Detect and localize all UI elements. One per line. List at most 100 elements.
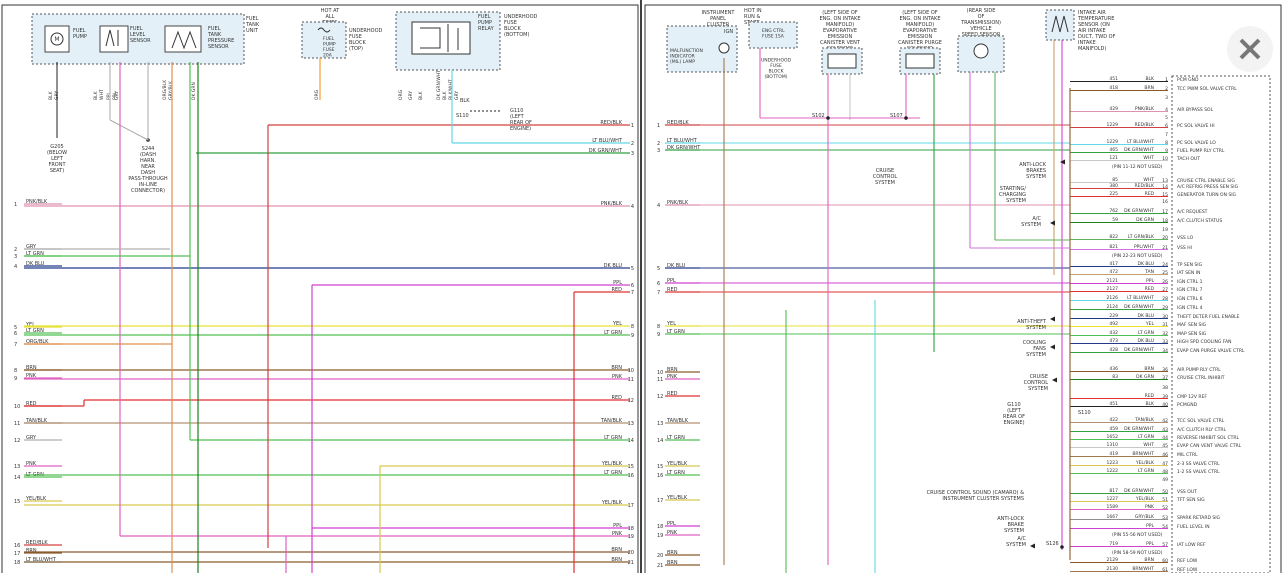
left-pin-number: 18 — [14, 560, 20, 566]
r-left-pin-number: 5 — [657, 266, 660, 272]
right-pin-number: 7 — [631, 290, 634, 296]
pcm-function: AIR BYPASS SOL — [1177, 107, 1214, 113]
anti-lock-label: ANTI-LOCK BRAKES SYSTEM — [1019, 162, 1047, 180]
vss-sensor-icon — [973, 43, 989, 59]
pcm-function: 2-3 SS VALVE CTRL — [1177, 461, 1220, 467]
pcm-pin: 49 — [1162, 477, 1168, 483]
r-left-pin-number: 9 — [657, 332, 660, 338]
r-left-pin-number: 17 — [657, 498, 663, 504]
pcm-function: FUEL LEVEL IN — [1177, 524, 1210, 530]
pcm-function: MIL CTRL — [1177, 452, 1198, 458]
pcm-pin: 46 — [1162, 452, 1168, 458]
pcm-function: PC SOL VALVE LO — [1177, 140, 1216, 146]
right-pin-number: 21 — [628, 560, 634, 566]
pcm-function: VSS HI — [1177, 245, 1192, 251]
pcm-function: REF LOW — [1177, 558, 1198, 564]
wiring-diagram: FUEL TANK UNITMFUEL PUMPFUEL LEVEL SENSORFUEL… — [1, 0, 1282, 573]
fuel-level-sensor-box — [99, 25, 129, 53]
pcm-function: IGN CTRL 7 — [1177, 287, 1203, 293]
s110-label: S110 — [456, 113, 469, 119]
right-pin-number: 8 — [631, 324, 634, 330]
left-pin-number: 12 — [14, 438, 20, 444]
pcm-pin: 42 — [1162, 418, 1168, 424]
r-left-pin-number: 16 — [657, 473, 663, 479]
pcm-function: CMP 12V REF — [1177, 394, 1207, 400]
left-pin-number: 17 — [14, 551, 20, 557]
r-left-pin-number: 21 — [657, 563, 663, 569]
splice-s244-label: S244 (DASH HARN. NEAR DASH PASS-THROUGH IN-LIN… — [128, 146, 168, 194]
r-left-pin-number: 6 — [657, 281, 660, 287]
eng-ctrl-fuse-label: ENG CTRL FUSE 15A — [762, 28, 785, 40]
pcm-function: IAT SEN IN — [1177, 270, 1200, 276]
motor-letter: M — [54, 36, 59, 43]
pcm-pin: 28 — [1162, 296, 1168, 302]
pcm-pin: 29 — [1162, 305, 1168, 311]
pcm-pin: 40 — [1162, 402, 1168, 408]
vss-label: (REAR SIDE OF TRANSMISSION) VEHICLE SPEED SE… — [960, 8, 1001, 38]
system-arrow — [1030, 543, 1035, 549]
top-wire-label: BLK — [442, 90, 448, 100]
cooling-fans-label: COOLING FANS SYSTEM — [1023, 340, 1046, 358]
pcm-function: TP SEN SIG — [1176, 262, 1203, 268]
r-left-pin-number: 1 — [657, 123, 660, 129]
pcm-function: VSS OUT — [1177, 489, 1197, 495]
close-icon — [1239, 38, 1261, 60]
pcm-function: 1-2 SS VALVE CTRL — [1177, 469, 1220, 475]
pcm-pin: 52 — [1162, 505, 1168, 511]
pcm-pin: 44 — [1162, 435, 1168, 441]
right-pin-number: 3 — [631, 151, 634, 157]
pcm-function: CRUISE CTRL INHIBIT — [1177, 375, 1225, 381]
pcm-pin: 8 — [1165, 140, 1168, 146]
pcm-function: FUEL PUMP RLY CTRL — [1177, 148, 1225, 154]
pcm-function: PCM GND — [1177, 77, 1199, 83]
blk-label: BLK — [460, 98, 470, 104]
r-left-pin-number: 14 — [657, 438, 663, 444]
system-arrow — [1050, 316, 1055, 322]
pcm-function: A/C REQUEST — [1177, 209, 1208, 215]
ign-label: IGN — [724, 29, 733, 35]
pcm-pin: 2 — [1165, 86, 1168, 92]
pcm-pin: 45 — [1162, 443, 1168, 449]
fuel-tank-unit-label: FUEL TANK UNIT — [245, 16, 260, 34]
pcm-pin: 38 — [1162, 385, 1168, 391]
r-left-pin-number: 10 — [657, 370, 663, 376]
pcm-pin: 31 — [1162, 322, 1168, 328]
pin-note: (PIN 55-56 NOT USED) — [1112, 532, 1163, 538]
left-pin-number: 8 — [14, 368, 17, 374]
r-left-pin-number: 13 — [657, 421, 663, 427]
pcm-pin: 4 — [1165, 107, 1168, 113]
pcm-function: AIR PUMP RLY CTRL — [1177, 367, 1221, 373]
top-wire-label: ORG — [398, 89, 404, 100]
pcm-function: TCC SOL VALVE CTRL — [1176, 418, 1225, 424]
right-pin-number: 5 — [631, 266, 634, 272]
left-pin-number: 13 — [14, 464, 20, 470]
pcm-function: MAF SEN SIG — [1177, 322, 1207, 328]
pcm-pin: 6 — [1165, 123, 1168, 129]
right-pin-number: 12 — [628, 398, 634, 404]
fuse-block-bottom-label: UNDERHOOD FUSE BLOCK (BOTTOM) — [504, 14, 538, 38]
anti-theft-label: ANTI-THEFT SYSTEM — [1017, 319, 1047, 331]
pcm-pin: 33 — [1162, 339, 1168, 345]
mil-lamp-icon — [718, 42, 730, 54]
left-pin-number: 14 — [14, 475, 20, 481]
right-pin-number: 19 — [628, 534, 634, 540]
pcm-function: MAP SEN SIG — [1177, 331, 1207, 337]
r-left-pin-number: 7 — [657, 290, 660, 296]
r-left-pin-number: 18 — [657, 524, 663, 530]
left-pin-number: 10 — [14, 404, 20, 410]
pcm-function: TFT SEN SIG — [1176, 497, 1205, 503]
pcm-function: CRUISE CTRL ENABLE SIG — [1177, 178, 1235, 184]
pcm-function: A/C CLUTCH STATUS — [1177, 218, 1222, 224]
left-pin-number: 15 — [14, 499, 20, 505]
pcm-function: IGN CTRL 1 — [1177, 279, 1203, 285]
s110-r-label: S110 — [1078, 410, 1091, 416]
system-arrow — [1050, 344, 1055, 350]
pcm-pin: 27 — [1162, 287, 1168, 293]
pcm-pin: 30 — [1162, 314, 1168, 320]
g110-label: G110 (LEFT REAR OF ENGINE) — [510, 108, 532, 132]
pcm-pin: 50 — [1162, 489, 1168, 495]
right-pin-number: 6 — [631, 283, 634, 289]
iat-box — [1045, 9, 1075, 41]
g110-r-label: G110 (LEFT REAR OF ENGINE) — [1003, 402, 1025, 426]
close-button[interactable] — [1227, 26, 1273, 72]
